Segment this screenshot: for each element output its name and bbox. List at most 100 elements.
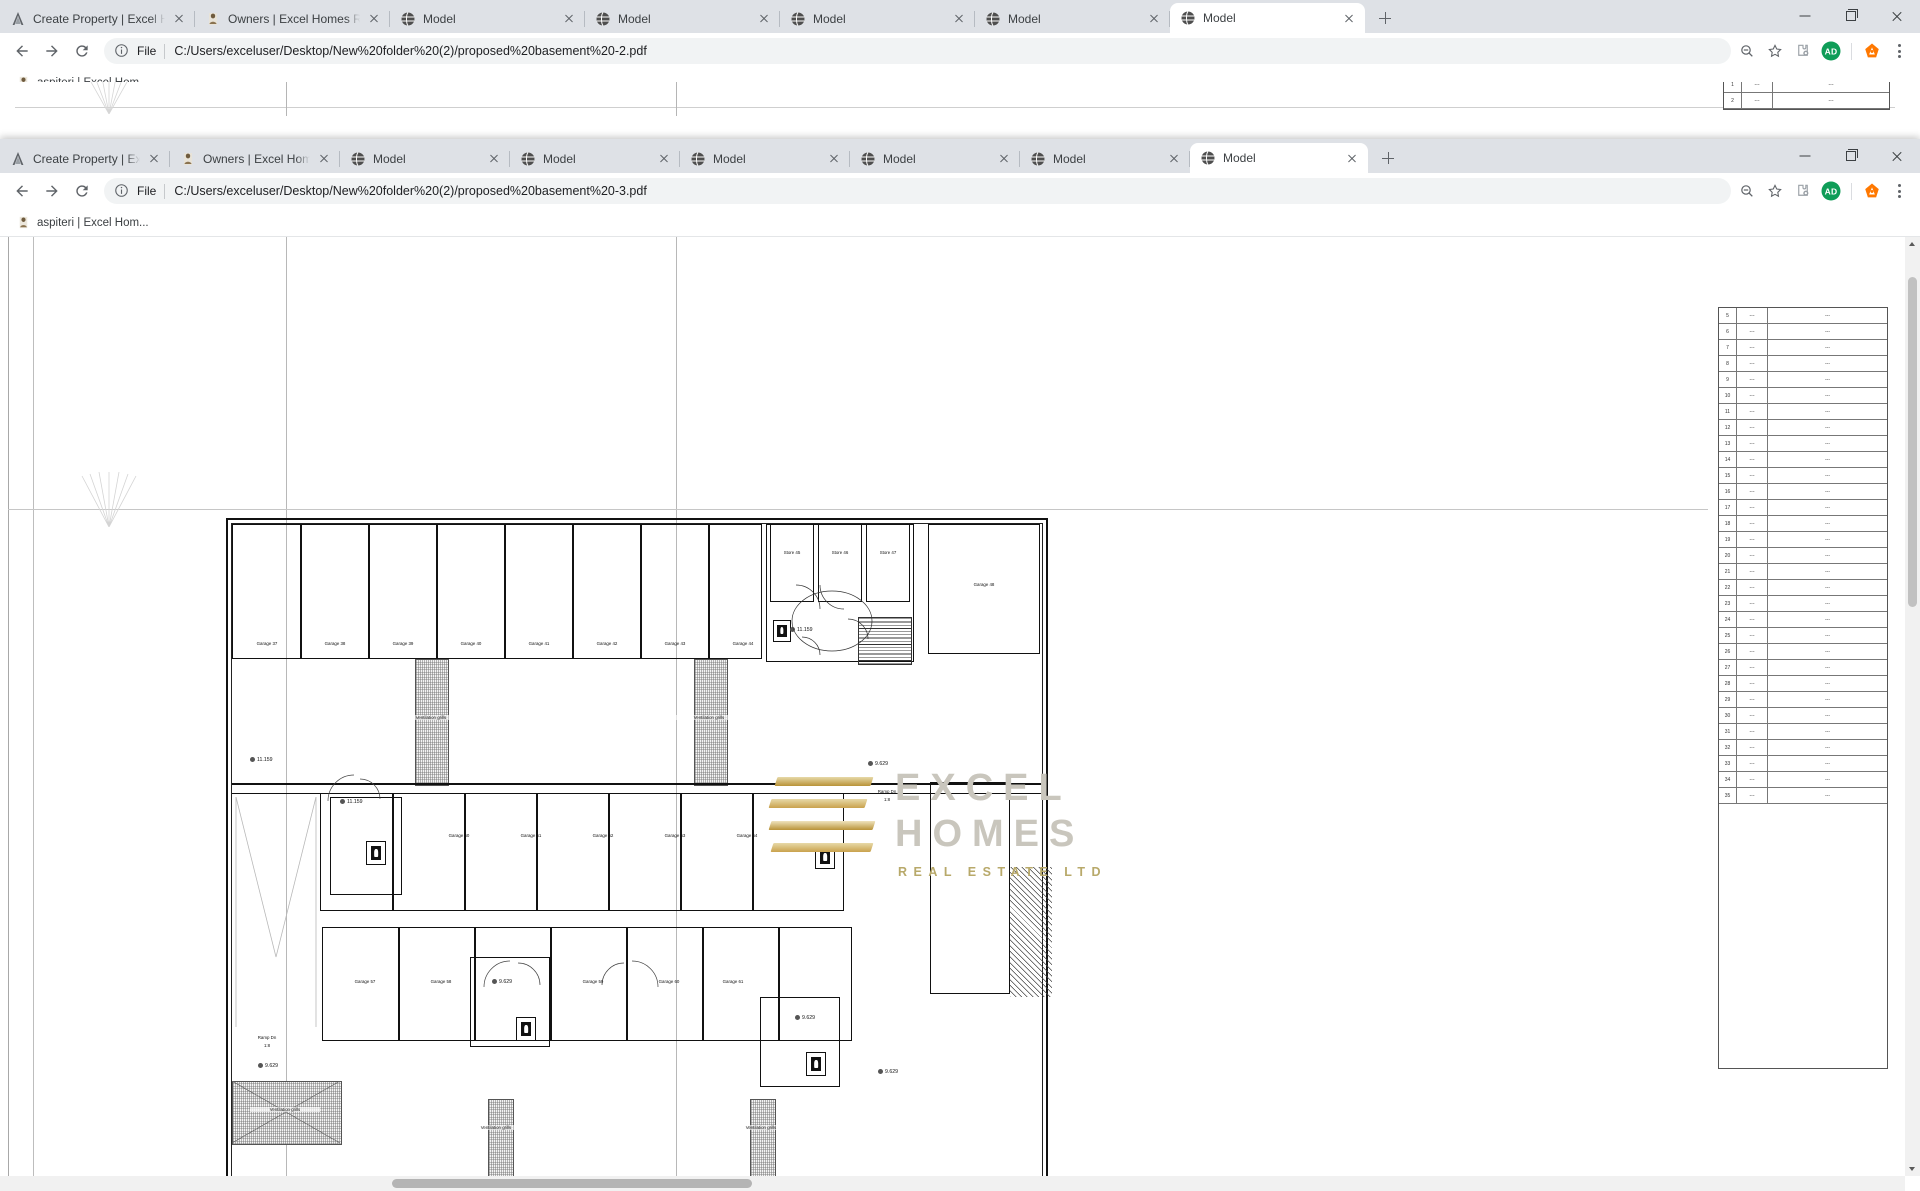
reload-button[interactable] — [68, 177, 96, 205]
tab-close-icon[interactable] — [994, 149, 1014, 169]
page-border-left-inner — [33, 237, 34, 1177]
tab-close-icon[interactable] — [559, 9, 579, 29]
rev-number: 11 — [1719, 404, 1737, 419]
tab-create-property[interactable]: Create Property | Excel Hom — [0, 144, 170, 173]
ventilation-label: Ventilation grills — [398, 715, 464, 720]
tab-close-icon[interactable] — [484, 149, 504, 169]
tab-close-icon[interactable] — [1144, 9, 1164, 29]
minimize-button[interactable] — [1782, 140, 1828, 172]
bookmark-star-icon[interactable] — [1761, 37, 1789, 65]
avatar-initials: AD — [1821, 181, 1841, 201]
garage-divider — [368, 524, 370, 659]
toolbar-divider — [1851, 42, 1852, 60]
globe-icon — [1181, 11, 1195, 25]
tab-model-3[interactable]: Model — [780, 4, 975, 33]
chrome-menu-icon[interactable] — [1886, 177, 1912, 205]
tab-model-2[interactable]: Model — [585, 4, 780, 33]
scrollbar-thumb-vertical[interactable] — [1908, 277, 1917, 607]
scroll-down-arrow[interactable] — [1905, 1161, 1920, 1176]
garage-divider — [436, 524, 438, 659]
avatar-initials: AD — [1821, 41, 1841, 61]
globe-icon — [791, 11, 805, 26]
url-text: C:/Users/exceluser/Desktop/New%20folder%… — [174, 44, 647, 58]
rev-number: 32 — [1719, 740, 1737, 755]
close-button[interactable] — [1874, 0, 1920, 32]
back-button[interactable] — [8, 37, 36, 65]
rev-dash: --- — [1737, 756, 1768, 771]
minimize-button[interactable] — [1782, 0, 1828, 32]
scroll-up-arrow[interactable] — [1905, 237, 1920, 252]
rev-dash2: --- — [1825, 760, 1830, 767]
tab-close-icon[interactable] — [169, 9, 189, 29]
rev-dash: --- — [1737, 372, 1768, 387]
forward-button[interactable] — [38, 37, 66, 65]
pdf-horizontal-scrollbar[interactable] — [0, 1176, 1905, 1191]
tab-model-3[interactable]: Model — [680, 144, 850, 173]
rev-dash: --- — [1742, 82, 1773, 92]
extension-icon[interactable] — [1789, 177, 1817, 205]
tab-owners[interactable]: Owners | Excel Homes Real Estat — [195, 4, 390, 33]
rev-row: 7 --- --- — [1719, 340, 1887, 356]
pdf-viewer[interactable]: Garage 37 Garage 38 Garage 39 Garage 40 … — [0, 237, 1920, 1191]
avast-icon[interactable] — [1858, 37, 1886, 65]
rev-row: 23 --- --- — [1719, 596, 1887, 612]
tab-close-icon[interactable] — [1339, 8, 1359, 28]
tab-model-4[interactable]: Model — [850, 144, 1020, 173]
site-info-icon[interactable] — [114, 183, 130, 199]
rev-number: 27 — [1719, 660, 1737, 675]
tab-model-1[interactable]: Model — [340, 144, 510, 173]
maximize-button[interactable] — [1828, 140, 1874, 172]
bookmark-aspiteri[interactable]: aspiteri | Excel Hom... — [10, 212, 155, 233]
profile-avatar[interactable]: AD — [1817, 37, 1845, 65]
revision-table: 5 --- --- 6 --- --- 7 --- --- 8 --- --- 9 --- --- … — [1718, 307, 1888, 1069]
tab-model-5[interactable]: Model — [1020, 144, 1190, 173]
address-bar-background[interactable]: File C:/Users/exceluser/Desktop/New%20fo… — [104, 38, 1731, 64]
extension-icon[interactable] — [1789, 37, 1817, 65]
scrollbar-thumb-horizontal[interactable] — [392, 1179, 752, 1188]
new-tab-button[interactable] — [1374, 144, 1402, 172]
address-bar-foreground[interactable]: File C:/Users/exceluser/Desktop/New%20fo… — [104, 178, 1731, 204]
rev-dash: --- — [1737, 724, 1768, 739]
avast-icon[interactable] — [1858, 177, 1886, 205]
garage-divider — [702, 927, 704, 1041]
tab-close-icon[interactable] — [1342, 148, 1362, 168]
rev-row: 15 --- --- — [1719, 468, 1887, 484]
garage-divider — [464, 793, 466, 911]
reload-button[interactable] — [68, 37, 96, 65]
tab-model-4[interactable]: Model — [975, 4, 1170, 33]
tab-close-icon[interactable] — [364, 9, 384, 29]
tab-model-5-active[interactable]: Model — [1170, 3, 1365, 33]
tab-close-icon[interactable] — [314, 149, 334, 169]
rev-row: 13 --- --- — [1719, 436, 1887, 452]
window-controls-background — [1782, 0, 1920, 33]
forward-button[interactable] — [38, 177, 66, 205]
lift-middle-right — [815, 845, 835, 869]
tab-close-icon[interactable] — [654, 149, 674, 169]
rev-dash: --- — [1737, 356, 1768, 371]
bookmark-star-icon[interactable] — [1761, 177, 1789, 205]
tab-close-icon[interactable] — [754, 9, 774, 29]
tab-model-6-active[interactable]: Model — [1190, 143, 1368, 173]
site-info-icon[interactable] — [114, 43, 130, 59]
tab-create-property[interactable]: Create Property | Excel Homes Re — [0, 4, 195, 33]
profile-avatar[interactable]: AD — [1817, 177, 1845, 205]
garage-row-top — [232, 524, 762, 659]
zoom-out-icon[interactable] — [1733, 177, 1761, 205]
tab-model-1[interactable]: Model — [390, 4, 585, 33]
zoom-out-icon[interactable] — [1733, 37, 1761, 65]
garage-label: Garage 53 — [664, 833, 686, 838]
rev-number: 26 — [1719, 644, 1737, 659]
tab-close-icon[interactable] — [144, 149, 164, 169]
garage-label: Garage 39 — [392, 641, 414, 646]
tab-close-icon[interactable] — [1164, 149, 1184, 169]
tab-model-2[interactable]: Model — [510, 144, 680, 173]
pdf-vertical-scrollbar[interactable] — [1905, 237, 1920, 1176]
new-tab-button[interactable] — [1371, 4, 1399, 32]
close-button[interactable] — [1874, 140, 1920, 172]
tab-owners[interactable]: Owners | Excel Homes Real — [170, 144, 340, 173]
maximize-button[interactable] — [1828, 0, 1874, 32]
back-button[interactable] — [8, 177, 36, 205]
tab-close-icon[interactable] — [949, 9, 969, 29]
chrome-menu-icon[interactable] — [1886, 37, 1912, 65]
tab-close-icon[interactable] — [824, 149, 844, 169]
